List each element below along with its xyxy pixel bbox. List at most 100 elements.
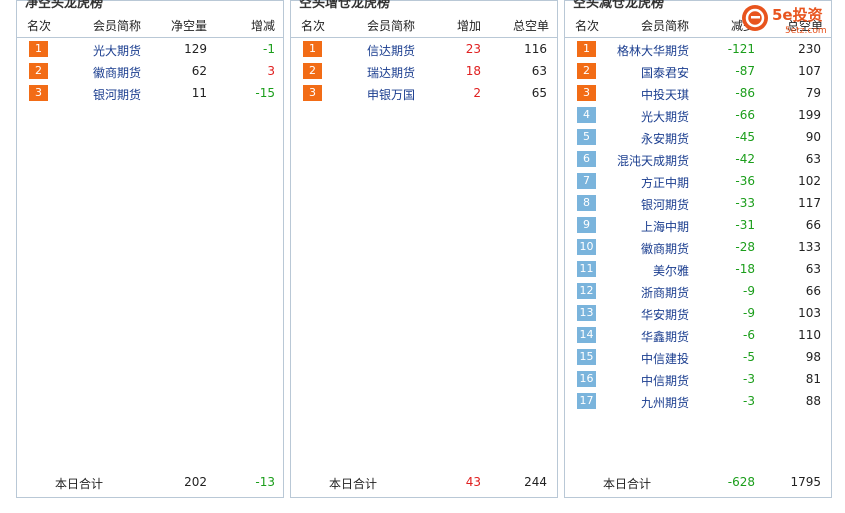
table-row: 2 瑞达期货 18 63 [291,60,557,82]
value-secondary: 66 [805,218,821,232]
member-name-link[interactable]: 中投天琪 [641,86,689,103]
value-secondary: 116 [524,42,547,56]
table-row: 12 浙商期货 -9 66 [565,280,831,302]
panel-title: 空头增仓龙虎榜 [299,0,391,11]
member-name-link[interactable]: 九州期货 [641,394,689,411]
total-value-primary: 202 [184,475,207,489]
member-name-link[interactable]: 国泰君安 [641,64,689,81]
table-row: 2 国泰君安 -87 107 [565,60,831,82]
member-name-link[interactable]: 光大期货 [93,42,141,59]
member-name-link[interactable]: 华安期货 [641,306,689,323]
value-secondary: 98 [805,350,821,364]
member-name-link[interactable]: 光大期货 [641,108,689,125]
value-secondary: 230 [798,42,821,56]
member-name-link[interactable]: 方正中期 [641,174,689,191]
rank-badge: 9 [577,217,596,233]
member-name-link[interactable]: 徽商期货 [641,240,689,257]
column-header: 净空量 [170,19,207,33]
table-row: 7 方正中期 -36 102 [565,170,831,192]
member-name-link[interactable]: 格林大华期货 [617,42,689,59]
total-label: 本日合计 [55,477,104,491]
rank-badge: 12 [577,283,596,299]
rank-badge: 3 [29,85,48,101]
rank-badge: 5 [577,129,596,145]
value-secondary: 110 [798,328,821,342]
value-primary: -42 [735,152,755,166]
logo-site: 5etz.com [785,26,827,36]
member-name-link[interactable]: 徽商期货 [93,64,141,81]
member-name-link[interactable]: 银河期货 [93,86,141,103]
total-row: 本日合计 -628 1795 [565,475,831,493]
column-header: 名次 [27,19,52,33]
table-row: 15 中信建投 -5 98 [565,346,831,368]
member-name-link[interactable]: 永安期货 [641,130,689,147]
column-header: 增减 [250,19,275,33]
value-primary: -36 [735,174,755,188]
total-label: 本日合计 [329,477,378,491]
value-primary: -87 [735,64,755,78]
value-primary: -66 [735,108,755,122]
panel-3: 空头减仓龙虎榜 名次 会员简称 减少 总空单 1 格林大华期货 -121 230 2 国泰君安 -87… [564,0,832,498]
total-value-secondary: 1795 [790,475,821,489]
table-row: 1 格林大华期货 -121 230 [565,38,831,60]
value-primary: -6 [743,328,755,342]
total-row: 本日合计 202 -13 [17,475,283,493]
value-secondary: 81 [805,372,821,386]
value-secondary: -15 [255,86,275,100]
member-name-link[interactable]: 中信期货 [641,372,689,389]
value-primary: -33 [735,196,755,210]
rank-badge: 1 [29,41,48,57]
value-secondary: 65 [531,86,547,100]
table-row: 8 银河期货 -33 117 [565,192,831,214]
5e-logo: 5e投资 5etz.com [742,5,827,36]
rank-badge: 3 [303,85,322,101]
table-row: 9 上海中期 -31 66 [565,214,831,236]
member-name-link[interactable]: 华鑫期货 [641,328,689,345]
value-secondary: -1 [263,42,275,56]
member-name-link[interactable]: 美尔雅 [653,262,689,279]
value-primary: -9 [743,306,755,320]
logo-brand: 5e投资 [772,6,823,24]
total-value-secondary: 244 [524,475,547,489]
value-secondary: 133 [798,240,821,254]
value-primary: -86 [735,86,755,100]
member-name-link[interactable]: 瑞达期货 [367,64,415,81]
table-row: 5 永安期货 -45 90 [565,126,831,148]
value-primary: -121 [727,42,755,56]
column-header: 名次 [301,19,326,33]
value-primary: -3 [743,394,755,408]
rank-badge: 15 [577,349,596,365]
rank-badge: 16 [577,371,596,387]
member-name-link[interactable]: 上海中期 [641,218,689,235]
rank-badge: 17 [577,393,596,409]
value-secondary: 103 [798,306,821,320]
rank-badge: 3 [577,85,596,101]
value-primary: 11 [191,86,207,100]
member-name-link[interactable]: 中信建投 [641,350,689,367]
panel-title: 净空头龙虎榜 [25,0,104,11]
member-name-link[interactable]: 银河期货 [641,196,689,213]
value-secondary: 63 [531,64,547,78]
rank-badge: 2 [303,63,322,79]
table-row: 11 美尔雅 -18 63 [565,258,831,280]
value-primary: 129 [184,42,207,56]
table-row: 3 申银万国 2 65 [291,82,557,104]
value-secondary: 199 [798,108,821,122]
column-header: 总空单 [512,19,549,33]
table-row: 17 九州期货 -3 88 [565,390,831,412]
value-primary: -5 [743,350,755,364]
table-header: 名次 会员简称 增加 总空单 [291,11,557,38]
panel-title: 空头减仓龙虎榜 [573,0,665,11]
member-name-link[interactable]: 浙商期货 [641,284,689,301]
member-name-link[interactable]: 混沌天成期货 [617,152,689,169]
rank-badge: 6 [577,151,596,167]
table-row: 2 徽商期货 62 3 [17,60,283,82]
member-name-link[interactable]: 信达期货 [367,42,415,59]
column-header: 会员简称 [93,19,142,33]
rank-badge: 14 [577,327,596,343]
rank-badge: 11 [577,261,596,277]
rank-badge: 10 [577,239,596,255]
member-name-link[interactable]: 申银万国 [367,86,415,103]
rank-badge: 4 [577,107,596,123]
table-row: 3 银河期货 11 -15 [17,82,283,104]
